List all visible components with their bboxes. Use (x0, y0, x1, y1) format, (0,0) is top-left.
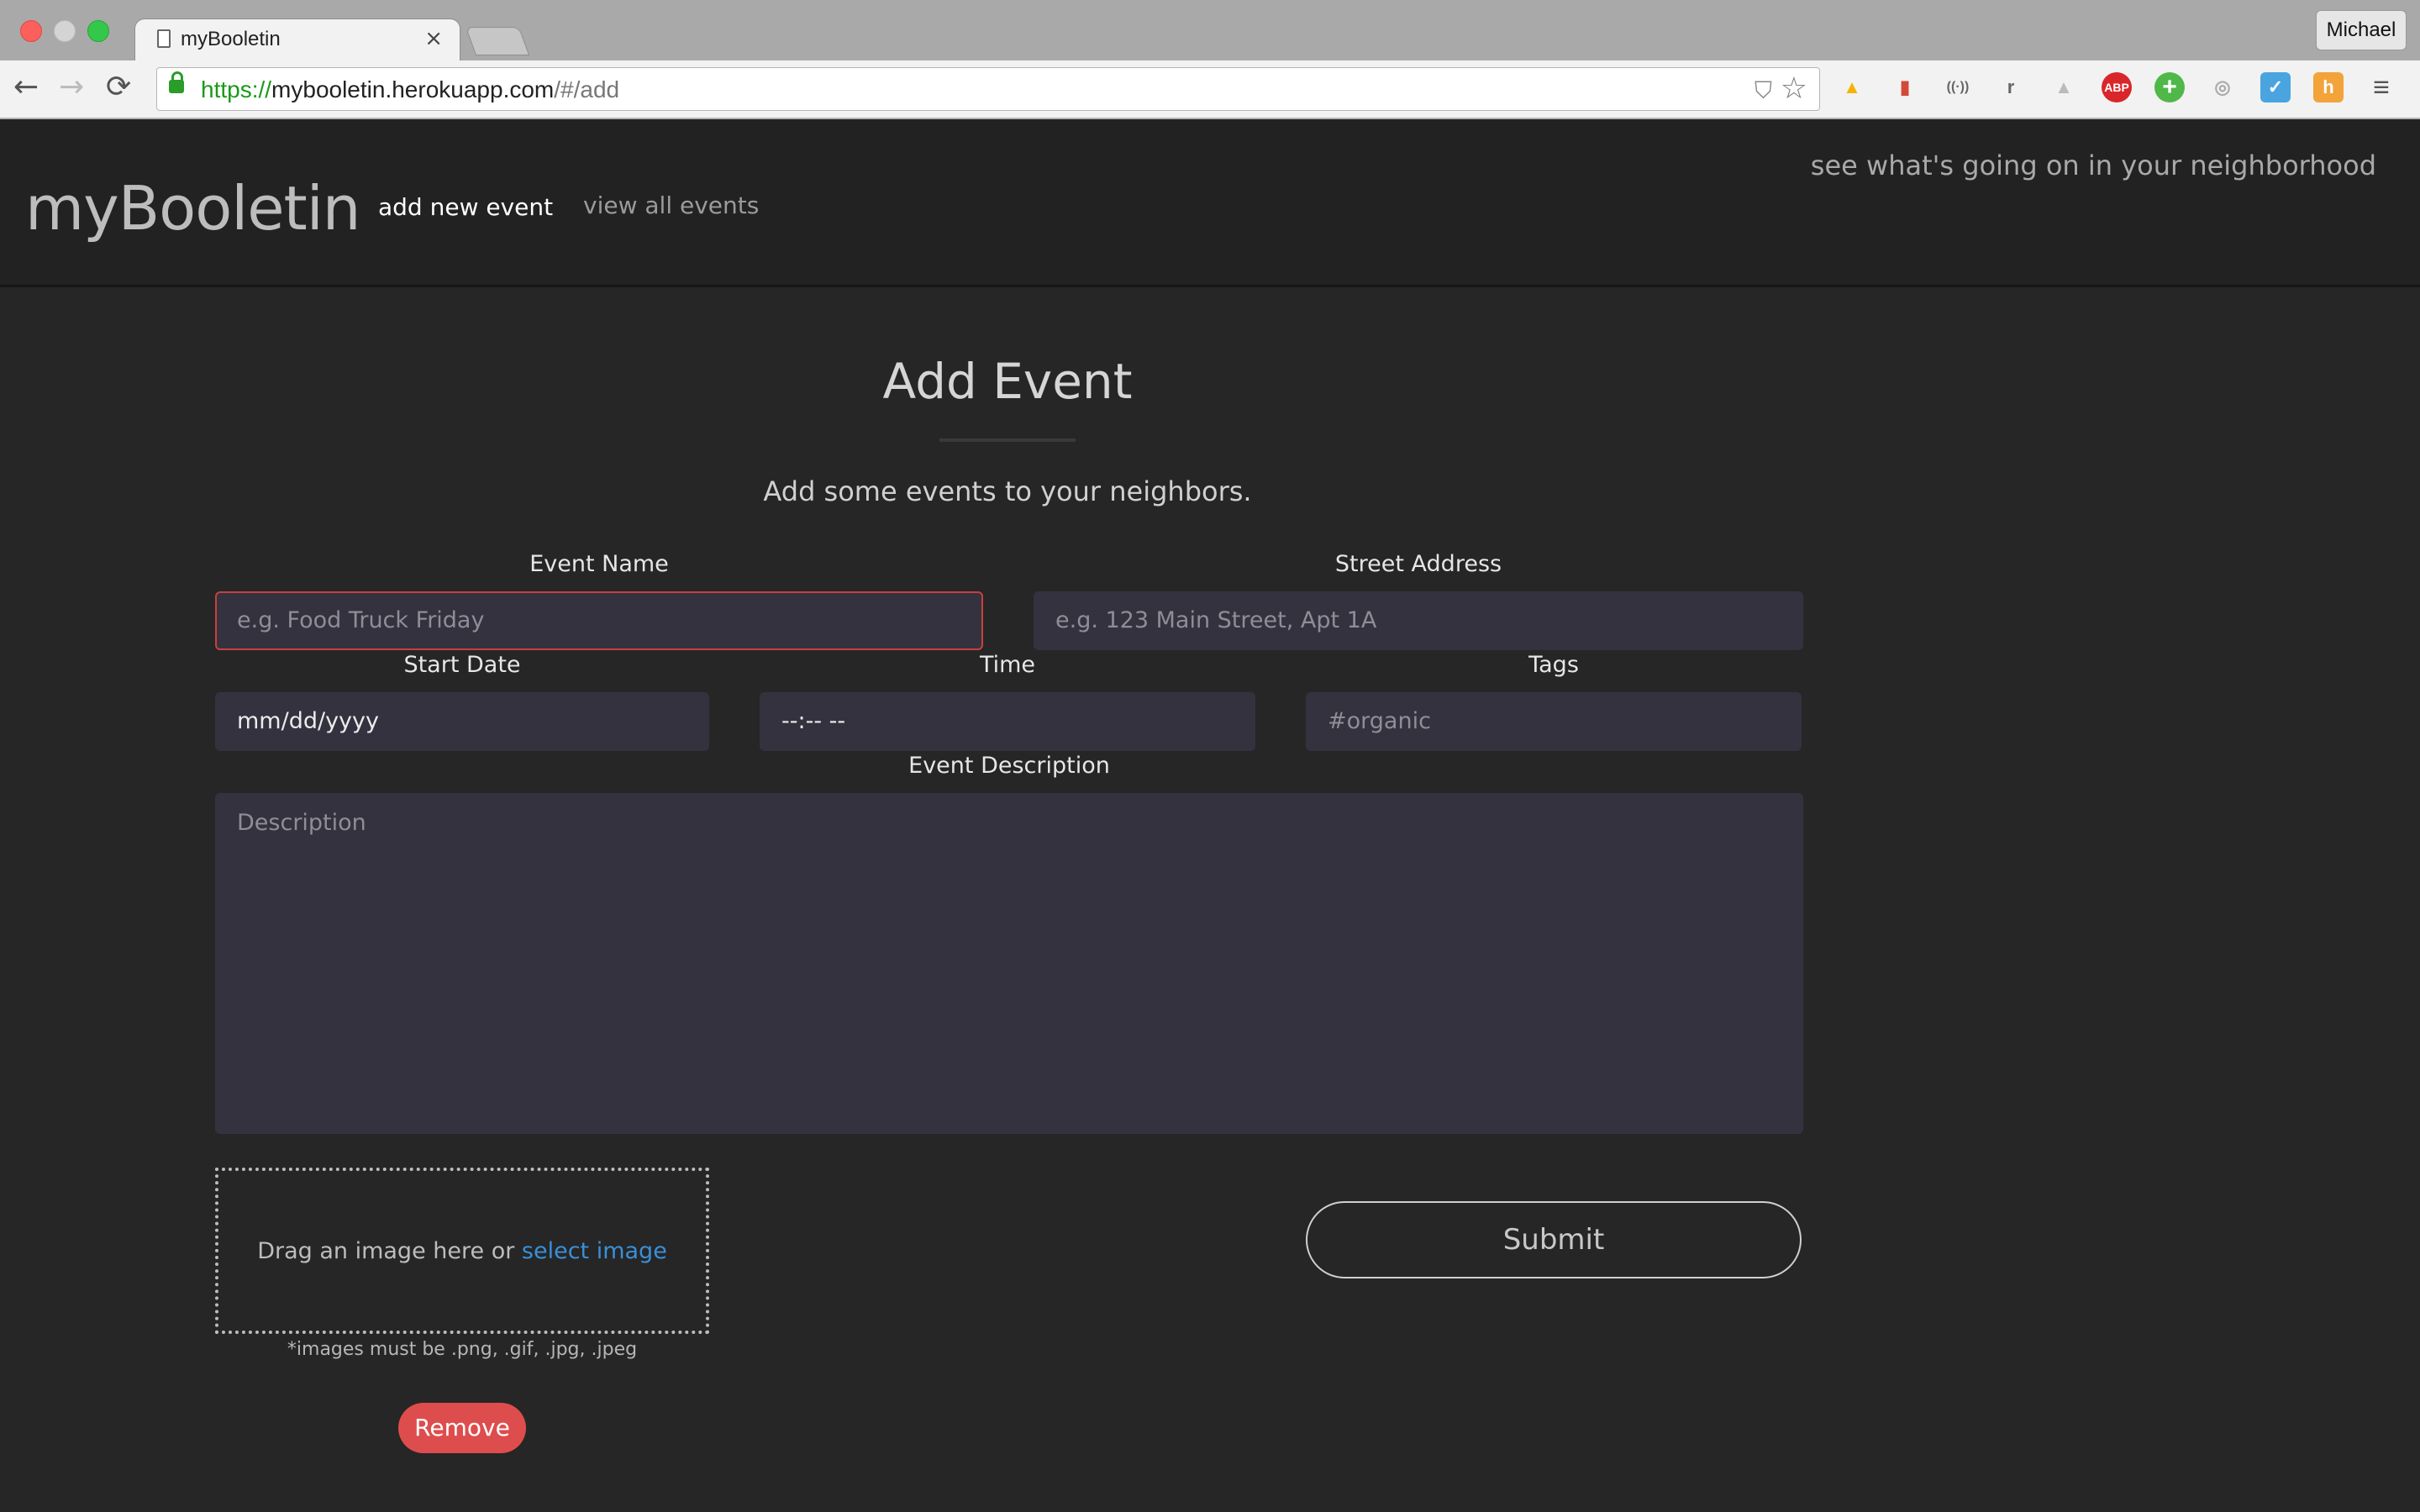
event-name-input[interactable]: e.g. Food Truck Friday (215, 591, 983, 650)
honey-extension-icon[interactable]: h (2313, 72, 2344, 102)
address-bar[interactable]: https://mybooletin.herokuapp.com/#/add ⛉… (156, 67, 1820, 111)
start-date-label: Start Date (403, 652, 521, 678)
event-description-textarea[interactable]: Description (215, 793, 1803, 1134)
url-text: https://mybooletin.herokuapp.com/#/add (201, 76, 619, 103)
image-format-note: *images must be .png, .gif, .jpg, .jpeg (287, 1339, 638, 1360)
event-description-label: Event Description (908, 753, 1110, 779)
header-tagline: see what's going on in your neighborhood (1810, 150, 2376, 181)
nav-add-new-event[interactable]: add new event (378, 193, 553, 221)
new-tab-button[interactable] (465, 27, 530, 55)
checkmark-extension-icon[interactable]: ✓ (2260, 72, 2291, 102)
nav-view-all-events[interactable]: view all events (583, 192, 759, 219)
url-scheme: https:// (201, 76, 272, 102)
time-input[interactable]: --:-- -- (760, 692, 1255, 751)
browser-tab-bar: myBooletin × Michael (0, 0, 2420, 60)
page-subtitle: Add some events to your neighbors. (763, 475, 1252, 507)
profile-button[interactable]: Michael (2316, 10, 2407, 50)
tags-label: Tags (1528, 652, 1579, 678)
start-date-input[interactable]: mm/dd/yyyy (215, 692, 709, 751)
window-close-button[interactable] (20, 20, 42, 42)
google-drive-icon[interactable]: ▲ (1837, 72, 1867, 102)
readability-icon[interactable]: r (1996, 72, 2026, 102)
circle-extension-icon[interactable]: ◎ (2207, 72, 2238, 102)
image-dropzone[interactable]: Drag an image here or select image (215, 1168, 709, 1334)
select-image-link[interactable]: select image (522, 1238, 667, 1264)
forward-arrow-icon[interactable]: → (59, 69, 84, 106)
window-zoom-button[interactable] (87, 20, 109, 42)
drive-gray-icon[interactable]: ▲ (2049, 72, 2079, 102)
tab-title: myBooletin (181, 28, 281, 50)
tab-close-icon[interactable]: × (424, 26, 443, 51)
submit-button[interactable]: Submit (1306, 1201, 1802, 1278)
tags-input[interactable]: #organic (1306, 692, 1802, 751)
site-header: myBooletin add new event view all events… (0, 119, 2420, 287)
window-minimize-button[interactable] (54, 20, 76, 42)
dropzone-text: Drag an image here or select image (218, 1238, 706, 1264)
back-arrow-icon[interactable]: ← (13, 69, 39, 106)
page-title: Add Event (882, 353, 1133, 410)
street-address-label: Street Address (1334, 551, 1502, 577)
bookmark-star-icon[interactable]: ☆ (1781, 71, 1807, 106)
title-divider (939, 438, 1076, 442)
menu-icon[interactable]: ≡ (2366, 72, 2396, 102)
shield-icon[interactable]: ⛉ (1754, 76, 1772, 105)
event-name-label: Event Name (529, 551, 669, 577)
url-host: mybooletin.herokuapp.com (271, 76, 555, 102)
time-label: Time (979, 652, 1036, 678)
browser-toolbar: ← → ⟳ https://mybooletin.herokuapp.com/#… (0, 60, 2420, 119)
adblock-plus-icon[interactable]: ABP (2102, 72, 2132, 102)
remove-image-button[interactable]: Remove (398, 1403, 526, 1453)
plus-extension-icon[interactable]: + (2154, 72, 2185, 102)
page-document-icon (157, 29, 171, 48)
browser-tab[interactable]: myBooletin × (134, 18, 460, 60)
url-path: /#/add (554, 76, 620, 102)
lock-icon (169, 71, 184, 93)
brand-logo[interactable]: myBooletin (25, 173, 360, 244)
dropzone-instructions: Drag an image here or (257, 1238, 522, 1264)
reload-icon[interactable]: ⟳ (106, 69, 131, 106)
street-address-input[interactable]: e.g. 123 Main Street, Apt 1A (1034, 591, 1803, 650)
bookmark-extension-icon[interactable]: ▮ (1890, 72, 1920, 102)
wireless-icon[interactable]: ((·)) (1943, 72, 1973, 102)
